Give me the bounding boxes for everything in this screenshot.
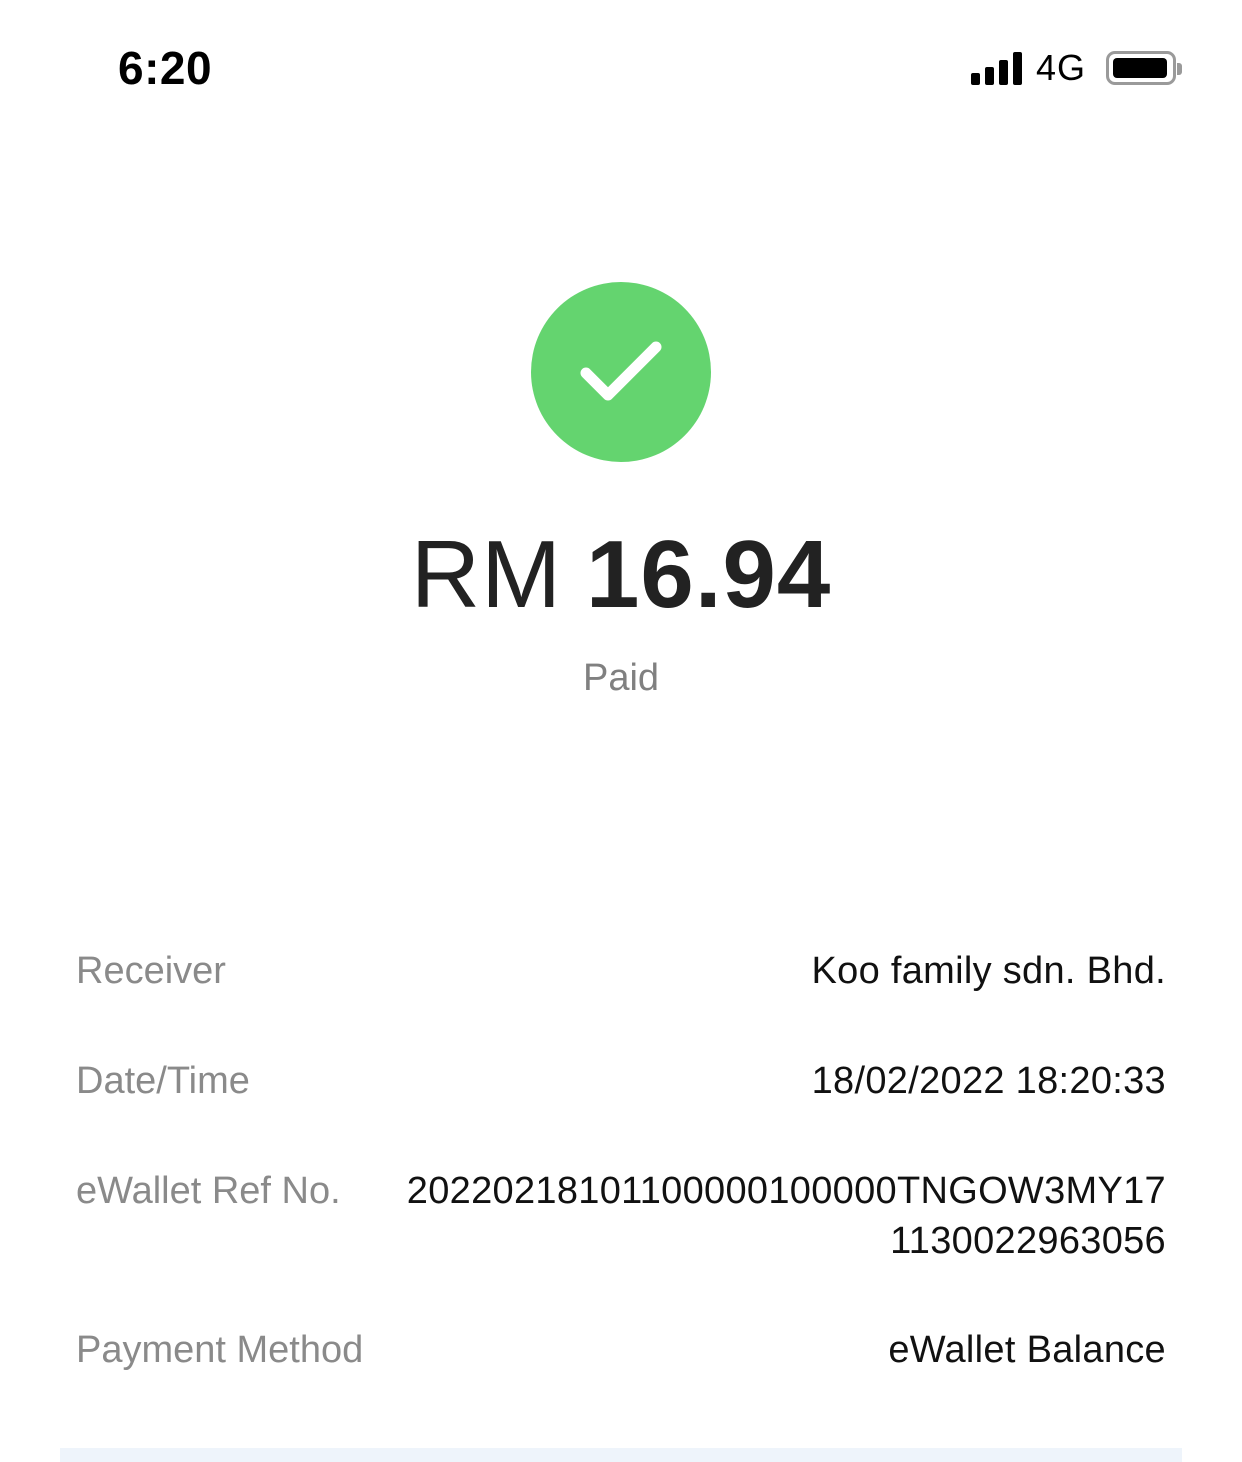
payment-receipt-screen: 6:20 4G RM 16.94 Paid Receiver Koo family… — [0, 0, 1242, 1462]
detail-label: Receiver — [76, 950, 226, 992]
detail-value: 18/02/2022 18:20:33 — [811, 1060, 1166, 1102]
check-icon — [580, 341, 662, 401]
detail-row-datetime: Date/Time 18/02/2022 18:20:33 — [76, 1056, 1166, 1106]
detail-label: Payment Method — [76, 1329, 364, 1371]
success-badge — [531, 282, 711, 462]
bottom-panel-edge — [60, 1448, 1182, 1462]
status-time: 6:20 — [118, 42, 213, 94]
amount-value: 16.94 — [586, 521, 832, 628]
status-indicators: 4G — [970, 46, 1182, 90]
payment-status: Paid — [582, 657, 660, 699]
currency-label: RM — [410, 521, 563, 628]
detail-value: Koo family sdn. Bhd. — [811, 950, 1166, 992]
network-type: 4G — [1035, 47, 1086, 88]
battery-icon — [1106, 51, 1182, 85]
detail-row-ref-no: eWallet Ref No. 20220218101100000100000T… — [76, 1166, 1166, 1266]
detail-row-receiver: Receiver Koo family sdn. Bhd. — [76, 946, 1166, 996]
detail-label: Date/Time — [76, 1060, 250, 1102]
detail-value: 20220218101100000100000TNGOW3MY171130022… — [406, 1170, 1166, 1262]
payment-amount: RM 16.94 — [0, 520, 1242, 630]
signal-icon — [970, 51, 1022, 85]
detail-value: eWallet Balance — [888, 1329, 1166, 1371]
detail-row-payment-method: Payment Method eWallet Balance — [76, 1325, 1166, 1375]
detail-label: eWallet Ref No. — [76, 1170, 341, 1212]
